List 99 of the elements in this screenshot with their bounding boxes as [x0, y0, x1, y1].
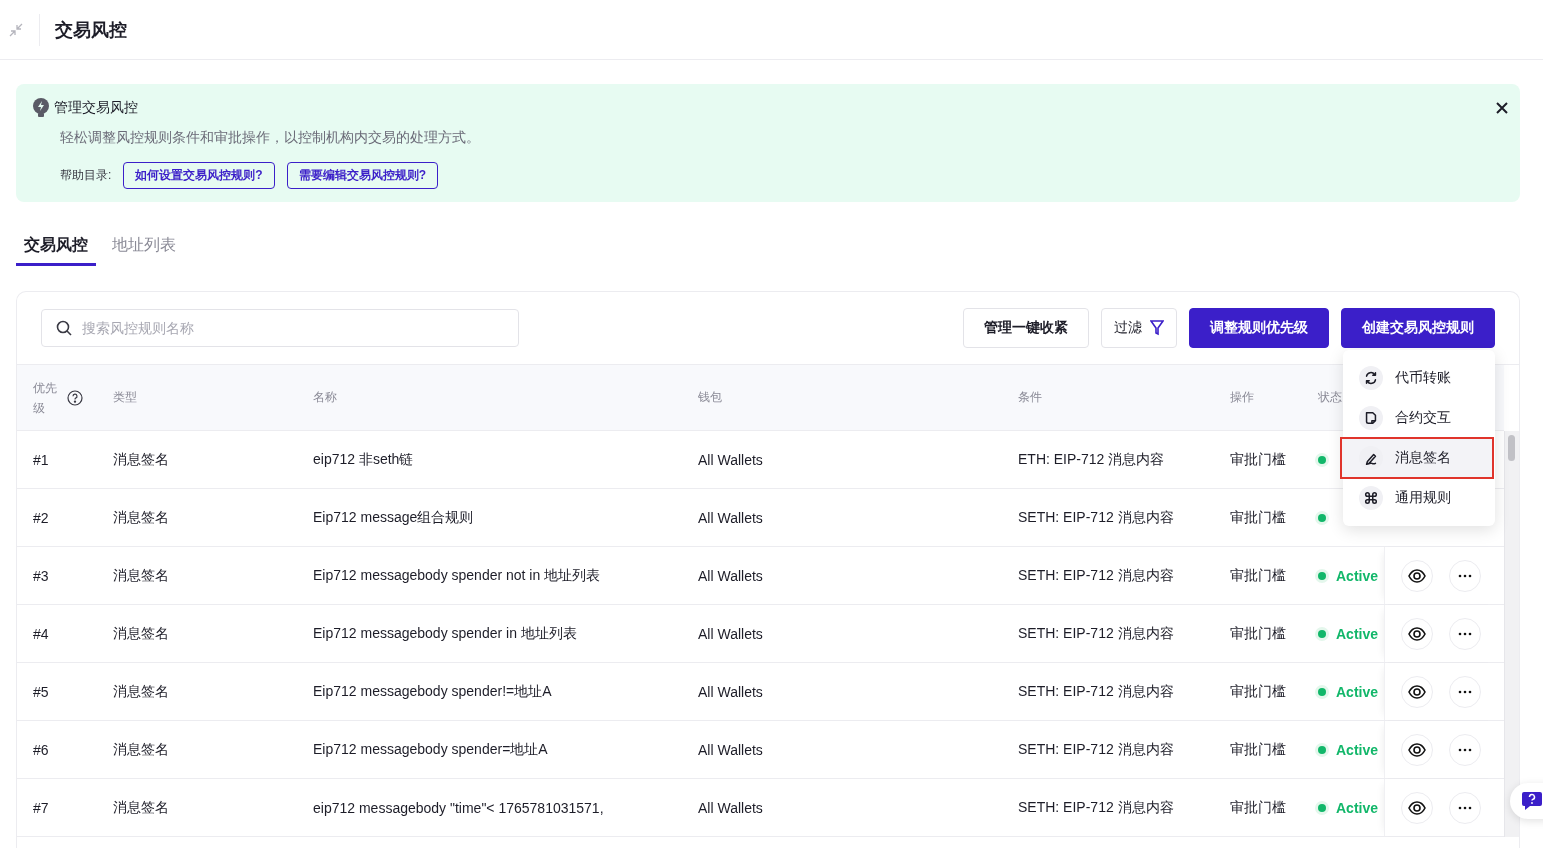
status-dot	[1318, 745, 1326, 754]
table-cell: 审批门槛	[1230, 624, 1286, 643]
close-icon[interactable]	[1494, 100, 1510, 116]
column-header: 名称	[313, 389, 337, 406]
table-cell: #7	[33, 799, 49, 816]
table-cell: 消息签名	[113, 566, 169, 585]
more-icon	[1458, 631, 1472, 636]
column-header: 操作	[1230, 389, 1254, 406]
table-cell: eip712 非seth链	[313, 450, 414, 469]
table-cell: 消息签名	[113, 508, 169, 527]
menu-item[interactable]: 消息签名	[1341, 438, 1493, 478]
status-dot	[1318, 687, 1326, 696]
table-cell: SETH: EIP-712 消息内容	[1018, 740, 1174, 759]
command-key-icon	[1363, 490, 1379, 506]
status-label: Active	[1336, 567, 1379, 584]
column-header: 类型	[113, 389, 137, 406]
menu-item[interactable]: 通用规则	[1343, 478, 1495, 518]
table-cell: #4	[33, 625, 49, 642]
table-cell: #3	[33, 567, 49, 584]
table-cell: All Wallets	[698, 509, 763, 526]
table-cell: SETH: EIP-712 消息内容	[1018, 682, 1174, 701]
refresh-arrows-icon	[1363, 370, 1379, 386]
table-cell: SETH: EIP-712 消息内容	[1018, 566, 1174, 585]
page-title: 交易风控	[55, 18, 127, 42]
help-icon[interactable]	[67, 389, 83, 406]
search-input[interactable]: 搜索风控规则名称	[80, 319, 504, 337]
filter-icon	[1150, 320, 1164, 336]
more-icon	[1458, 689, 1472, 694]
status-label: Active	[1336, 625, 1379, 642]
column-header: 状态	[1318, 389, 1342, 406]
search-icon	[56, 320, 72, 336]
column-header: 条件	[1018, 389, 1042, 406]
table-cell: Eip712 messagebody spender!=地址A	[313, 682, 552, 701]
toolbar-button[interactable]: 调整规则优先级	[1189, 308, 1329, 348]
status-label: Active	[1336, 799, 1379, 816]
table-cell: #5	[33, 683, 49, 700]
menu-item[interactable]: 代币转账	[1343, 358, 1495, 398]
table-cell: #2	[33, 509, 49, 526]
toolbar-button[interactable]: 创建交易风控规则	[1341, 308, 1495, 348]
table-cell: SETH: EIP-712 消息内容	[1018, 508, 1174, 527]
scrollbar-thumb[interactable]	[1508, 435, 1515, 461]
table-cell: #1	[33, 451, 49, 468]
column-header: 优先级	[33, 379, 58, 417]
status-dot	[1318, 455, 1326, 464]
status-label: Active	[1336, 683, 1379, 700]
filter-button[interactable]: 过滤	[1101, 308, 1177, 348]
eye-icon	[1408, 684, 1426, 699]
status-dot	[1318, 513, 1326, 522]
table-cell: Eip712 messagebody spender in 地址列表	[313, 624, 577, 643]
document-icon	[1363, 410, 1379, 426]
table-cell: 消息签名	[113, 798, 169, 817]
table-cell: 审批门槛	[1230, 566, 1286, 585]
table-cell: 审批门槛	[1230, 798, 1286, 817]
eye-icon	[1408, 626, 1426, 641]
table-cell: #6	[33, 741, 49, 758]
table-cell: 消息签名	[113, 682, 169, 701]
tab[interactable]: 地址列表	[104, 230, 184, 266]
table-cell: Eip712 messagebody spender not in 地址列表	[313, 566, 601, 585]
table-cell: 消息签名	[113, 624, 169, 643]
table-cell: All Wallets	[698, 741, 763, 758]
column-header: 钱包	[698, 389, 722, 406]
eye-icon	[1408, 800, 1426, 815]
table-cell: All Wallets	[698, 567, 763, 584]
table-cell: eip712 messagebody "time"< 1765781031571,	[313, 799, 604, 816]
more-icon	[1458, 573, 1472, 578]
table-cell: Eip712 messagebody spender=地址A	[313, 740, 548, 759]
toolbar-button[interactable]: 管理一键收紧	[963, 308, 1089, 348]
banner-title: 管理交易风控	[54, 99, 138, 117]
more-icon	[1458, 747, 1472, 752]
table-cell: 审批门槛	[1230, 740, 1286, 759]
table-cell: All Wallets	[698, 451, 763, 468]
table-cell: 审批门槛	[1230, 508, 1286, 527]
help-link[interactable]: 需要编辑交易风控规则?	[286, 162, 439, 189]
table-cell: All Wallets	[698, 799, 763, 816]
table-cell: All Wallets	[698, 625, 763, 642]
table-cell: 审批门槛	[1230, 450, 1286, 469]
chat-help-icon[interactable]	[1521, 791, 1543, 811]
more-icon	[1458, 805, 1472, 810]
tab[interactable]: 交易风控	[16, 230, 96, 266]
lightbulb-icon	[32, 98, 50, 118]
eye-icon	[1408, 568, 1426, 583]
menu-item[interactable]: 合约交互	[1343, 398, 1495, 438]
status-dot	[1318, 803, 1326, 812]
table-cell: Eip712 message组合规则	[313, 508, 474, 527]
table-cell: 审批门槛	[1230, 682, 1286, 701]
table-cell: All Wallets	[698, 683, 763, 700]
help-link[interactable]: 如何设置交易风控规则?	[123, 162, 275, 189]
table-cell: SETH: EIP-712 消息内容	[1018, 624, 1174, 643]
status-label: Active	[1336, 741, 1379, 758]
banner-description: 轻松调整风控规则条件和审批操作，以控制机构内交易的处理方式。	[60, 129, 481, 147]
table-cell: SETH: EIP-712 消息内容	[1018, 798, 1174, 817]
search-field[interactable]: 搜索风控规则名称	[41, 309, 519, 347]
status-dot	[1318, 629, 1326, 638]
status-dot	[1318, 571, 1326, 580]
help-label: 帮助目录:	[60, 167, 112, 184]
table-cell: 消息签名	[113, 740, 169, 759]
eye-icon	[1408, 742, 1426, 757]
table-cell: 消息签名	[113, 450, 169, 469]
table-cell: ETH: EIP-712 消息内容	[1018, 450, 1165, 469]
